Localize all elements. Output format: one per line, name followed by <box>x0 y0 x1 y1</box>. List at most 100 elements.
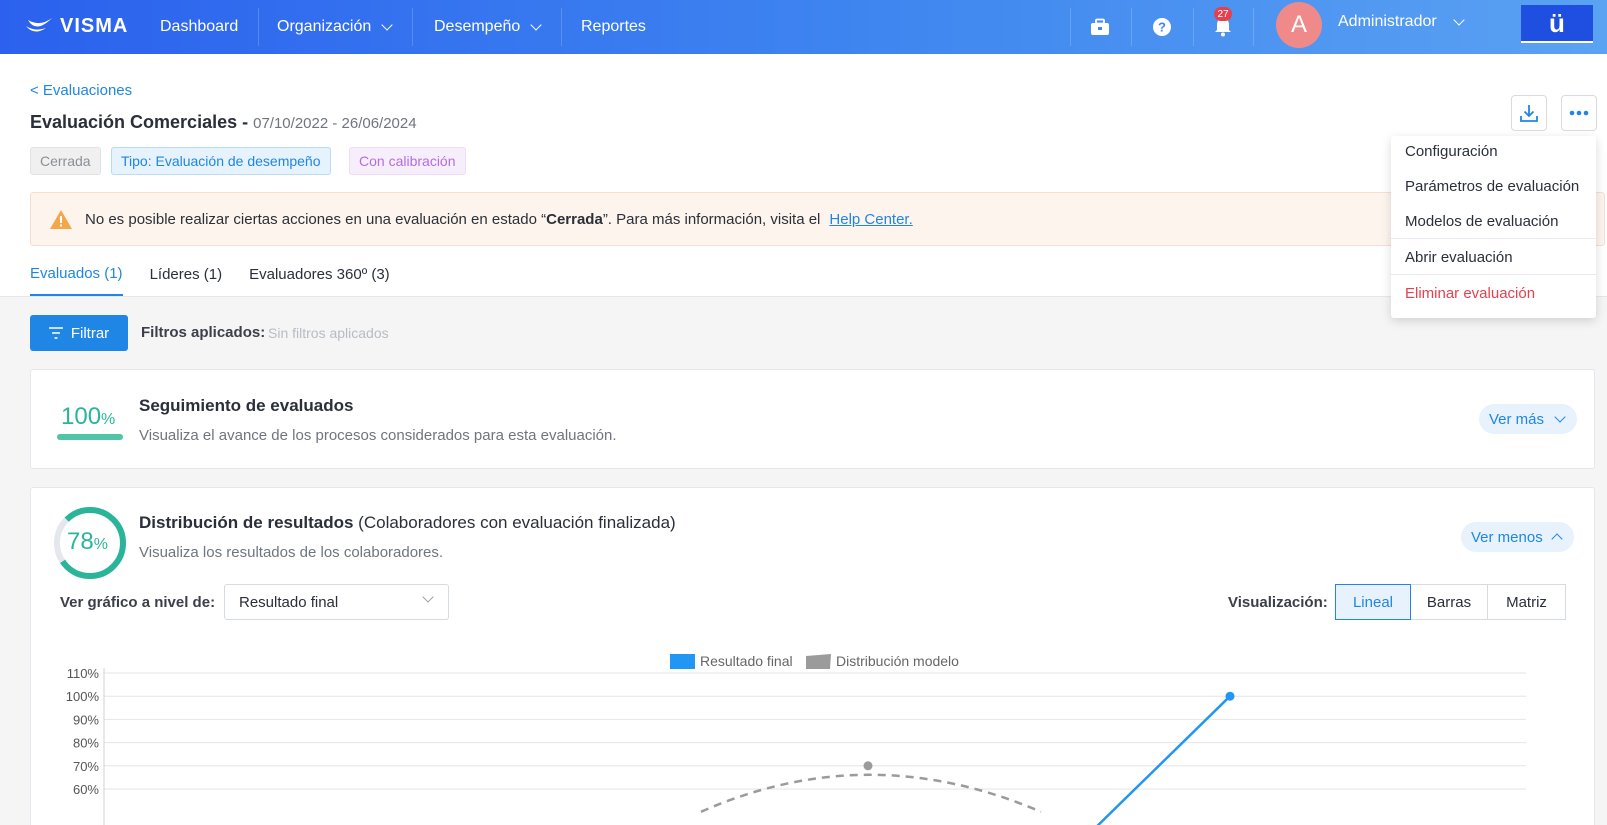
nav-desempeno[interactable]: Desempeño <box>434 0 542 54</box>
y-tick-label: 90% <box>73 712 99 727</box>
briefcase-icon[interactable] <box>1087 14 1113 40</box>
nav-separator <box>561 8 562 46</box>
menu-item-modelos[interactable]: Modelos de evaluación <box>1405 213 1558 230</box>
point-resultado-final[interactable] <box>1225 691 1235 701</box>
tab-lideres[interactable]: Líderes (1) <box>150 252 223 296</box>
visualization-label: Visualización: <box>1228 594 1328 611</box>
nav-reportes[interactable]: Reportes <box>581 0 646 54</box>
user-name: Administrador <box>1338 13 1437 30</box>
nav-separator <box>1070 8 1071 46</box>
filter-button-label: Filtrar <box>70 324 110 342</box>
y-tick-label: 60% <box>73 782 99 797</box>
applied-filters-value: Sin filtros aplicados <box>268 325 389 341</box>
tracking-card: 100% Seguimiento de evaluados Visualiza … <box>30 369 1595 469</box>
tracking-progress-fill <box>57 434 123 440</box>
menu-item-configuracion[interactable]: Configuración <box>1405 143 1498 160</box>
closed-state-alert: No es posible realizar ciertas acciones … <box>30 192 1605 246</box>
visualization-matriz[interactable]: Matriz <box>1487 584 1566 620</box>
tab-evaluadores-360[interactable]: Evaluadores 360º (3) <box>249 252 390 296</box>
calibration-badge: Con calibración <box>349 147 466 175</box>
tracking-subtitle: Visualiza el avance de los procesos cons… <box>139 427 617 444</box>
nav-separator <box>1253 8 1254 46</box>
filter-button[interactable]: Filtrar <box>30 315 128 351</box>
notification-badge: 27 <box>1214 7 1232 21</box>
menu-item-parametros[interactable]: Parámetros de evaluación <box>1405 178 1579 195</box>
alert-state: Cerrada <box>546 210 603 228</box>
user-menu[interactable]: Administrador <box>1338 0 1465 44</box>
legend-swatch-resultado-final <box>670 654 695 669</box>
menu-item-eliminar[interactable]: Eliminar evaluación <box>1405 285 1535 302</box>
legend-label-distribucion-modelo: Distribución modelo <box>836 653 959 669</box>
brand-name: VISMA <box>60 14 129 37</box>
back-to-evaluations-link[interactable]: < Evaluaciones <box>30 82 132 99</box>
top-navigation-bar: VISMA Dashboard Organización Desempeño R… <box>0 0 1607 54</box>
distribution-card: 78% Distribución de resultados (Colabora… <box>30 487 1595 825</box>
menu-item-abrir[interactable]: Abrir evaluación <box>1405 249 1513 266</box>
chevron-down-icon <box>1453 13 1465 26</box>
evaluation-header: < Evaluaciones Evaluación Comerciales - … <box>0 54 1607 297</box>
warning-icon <box>49 209 73 230</box>
chevron-up-icon <box>1551 533 1563 545</box>
nav-organizacion-label: Organización <box>277 18 372 35</box>
distribution-percent: 78% <box>67 528 108 555</box>
status-badge: Cerrada <box>30 147 101 175</box>
applied-filters-label: Filtros aplicados: <box>141 324 266 341</box>
y-tick-label: 100% <box>66 689 100 704</box>
evaluation-tabs: Evaluados (1) Líderes (1) Evaluadores 36… <box>30 252 417 296</box>
nav-separator <box>1131 8 1132 46</box>
more-options-button[interactable] <box>1561 95 1597 131</box>
menu-divider <box>1391 238 1596 239</box>
chart-level-label: Ver gráfico a nivel de: <box>60 594 216 611</box>
chevron-down-icon <box>1554 410 1566 423</box>
evaluation-name: Evaluación Comerciales - <box>30 112 249 132</box>
avatar[interactable]: A <box>1276 2 1322 48</box>
help-center-link[interactable]: Help Center. <box>829 211 912 228</box>
ver-menos-label: Ver menos <box>1471 528 1543 546</box>
visma-logo-icon <box>26 18 52 32</box>
legend-swatch-distribucion-modelo <box>806 654 831 669</box>
nav-separator <box>1193 8 1194 46</box>
product-switcher-button[interactable]: ü <box>1521 5 1593 43</box>
filter-icon <box>48 327 63 339</box>
y-tick-label: 110% <box>67 666 100 681</box>
type-badge: Tipo: Evaluación de desempeño <box>111 147 331 175</box>
series-line-distribucion-modelo <box>700 773 1042 813</box>
more-options-menu: Configuración Parámetros de evaluación M… <box>1391 136 1596 318</box>
distribution-title: Distribución de resultados (Colaboradore… <box>139 513 676 532</box>
distribution-line-chart: Resultado final Distribución modelo 110%… <box>66 653 1526 825</box>
ver-mas-button[interactable]: Ver más <box>1479 404 1578 434</box>
svg-text:?: ? <box>1158 20 1166 35</box>
alert-message: No es posible realizar ciertas acciones … <box>85 210 821 228</box>
y-tick-label: 80% <box>73 736 99 751</box>
visma-logo[interactable]: VISMA <box>26 12 128 40</box>
more-dots-icon <box>1569 110 1589 116</box>
y-tick-label: 70% <box>73 759 99 774</box>
nav-organizacion[interactable]: Organización <box>277 0 393 54</box>
series-line-resultado-final <box>1096 695 1231 825</box>
chart-legend: Resultado final Distribución modelo <box>670 653 959 669</box>
nav-reportes-label: Reportes <box>581 18 646 35</box>
nav-dashboard-label: Dashboard <box>160 18 239 35</box>
chevron-down-icon <box>530 18 542 31</box>
tracking-title: Seguimiento de evaluados <box>139 396 354 415</box>
nav-separator <box>412 8 413 46</box>
help-icon[interactable]: ? <box>1149 14 1175 40</box>
ver-mas-label: Ver más <box>1489 410 1545 428</box>
evaluation-dates: 07/10/2022 - 26/06/2024 <box>253 115 417 132</box>
visualization-lineal[interactable]: Lineal <box>1335 584 1411 620</box>
point-distribucion-modelo[interactable] <box>863 761 873 771</box>
visualization-barras[interactable]: Barras <box>1410 584 1488 620</box>
distribution-subtitle: Visualiza los resultados de los colabora… <box>139 544 444 561</box>
tracking-percent: 100% <box>61 403 116 430</box>
menu-divider <box>1391 274 1596 275</box>
nav-desempeno-label: Desempeño <box>434 18 521 35</box>
chart-level-value: Resultado final <box>239 593 339 611</box>
download-button[interactable] <box>1511 95 1547 131</box>
page-title: Evaluación Comerciales - 07/10/2022 - 26… <box>30 112 417 133</box>
nav-dashboard[interactable]: Dashboard <box>160 0 238 54</box>
ver-menos-button[interactable]: Ver menos <box>1461 522 1574 552</box>
chart-level-select[interactable]: Resultado final <box>224 584 449 620</box>
chevron-down-icon <box>381 18 393 31</box>
tab-evaluados[interactable]: Evaluados (1) <box>30 252 123 296</box>
download-icon <box>1520 105 1538 122</box>
